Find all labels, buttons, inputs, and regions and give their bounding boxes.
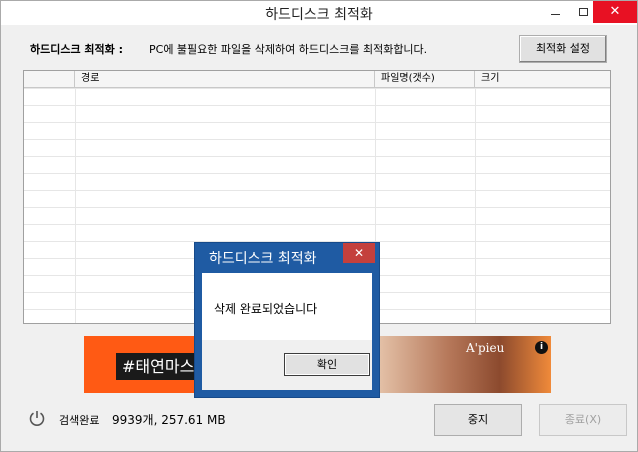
optimize-settings-button[interactable]: 최적화 설정	[519, 35, 607, 63]
maximize-icon	[578, 8, 588, 16]
completion-dialog: 하드디스크 최적화 ✕ 삭제 완료되었습니다 확인	[194, 242, 380, 398]
title-bar[interactable]: 하드디스크 최적화 ✕	[1, 1, 637, 25]
column-header-filename[interactable]: 파일명(갯수)	[375, 71, 475, 88]
dialog-body: 삭제 완료되었습니다 확인	[202, 273, 372, 390]
exit-button[interactable]: 종료(X)	[539, 404, 627, 436]
main-window: 하드디스크 최적화 ✕ 하드디스크 최적화 : PC에 불필요한 파일을 삭제하…	[0, 0, 638, 452]
close-icon: ✕	[609, 4, 621, 19]
minimize-button[interactable]	[541, 1, 569, 23]
minimize-icon	[550, 14, 560, 15]
banner-brand: A'pieu	[466, 341, 505, 355]
grid-divider	[475, 88, 476, 323]
dialog-ok-button[interactable]: 확인	[284, 353, 370, 376]
status-value: 9939개, 257.61 MB	[112, 413, 226, 427]
banner-hashtag: #태연마스	[116, 353, 201, 380]
description-label: 하드디스크 최적화 :	[30, 43, 124, 56]
ad-info-icon[interactable]: i	[535, 341, 548, 354]
description-text: PC에 불필요한 파일을 삭제하여 하드디스크를 최적화합니다.	[149, 43, 428, 56]
close-button[interactable]: ✕	[593, 1, 637, 23]
grid-divider	[75, 88, 76, 323]
grid-header: 경로 파일명(갯수) 크기	[24, 71, 610, 88]
column-header-select[interactable]	[24, 71, 75, 88]
column-header-path[interactable]: 경로	[75, 71, 375, 88]
close-icon: ✕	[353, 246, 365, 260]
status-label: 검색완료	[59, 414, 100, 427]
power-icon	[29, 411, 45, 426]
dialog-message: 삭제 완료되었습니다	[214, 302, 318, 316]
dialog-title: 하드디스크 최적화	[209, 251, 317, 267]
dialog-close-button[interactable]: ✕	[343, 243, 375, 263]
column-header-size[interactable]: 크기	[475, 71, 610, 88]
stop-button[interactable]: 중지	[434, 404, 522, 436]
